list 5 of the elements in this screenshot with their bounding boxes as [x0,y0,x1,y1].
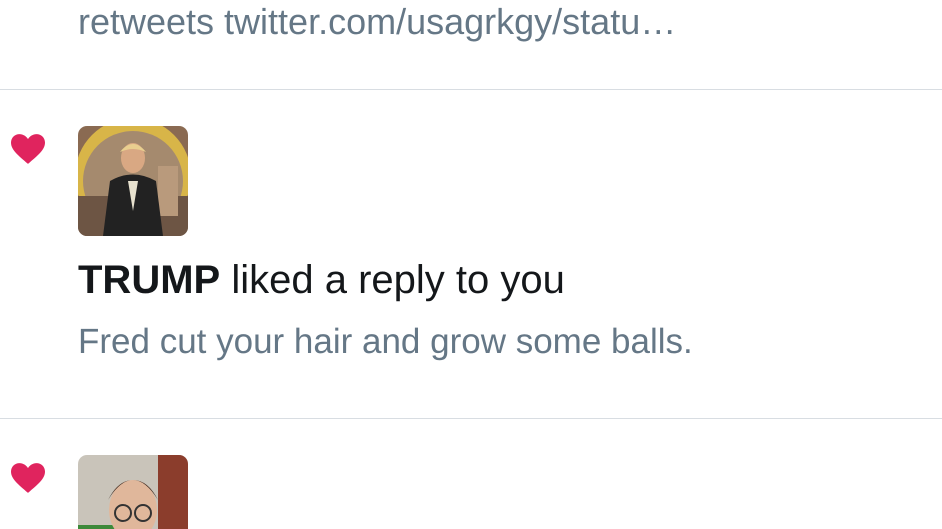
notification-title: TRUMP liked a reply to you [78,257,565,304]
tweet-text: retweets twitter.com/usagrkgy/statu… [78,0,676,44]
reply-text: Fred cut your hair and grow some balls. [78,321,693,363]
heart-icon [11,463,45,493]
heart-icon [11,134,45,164]
